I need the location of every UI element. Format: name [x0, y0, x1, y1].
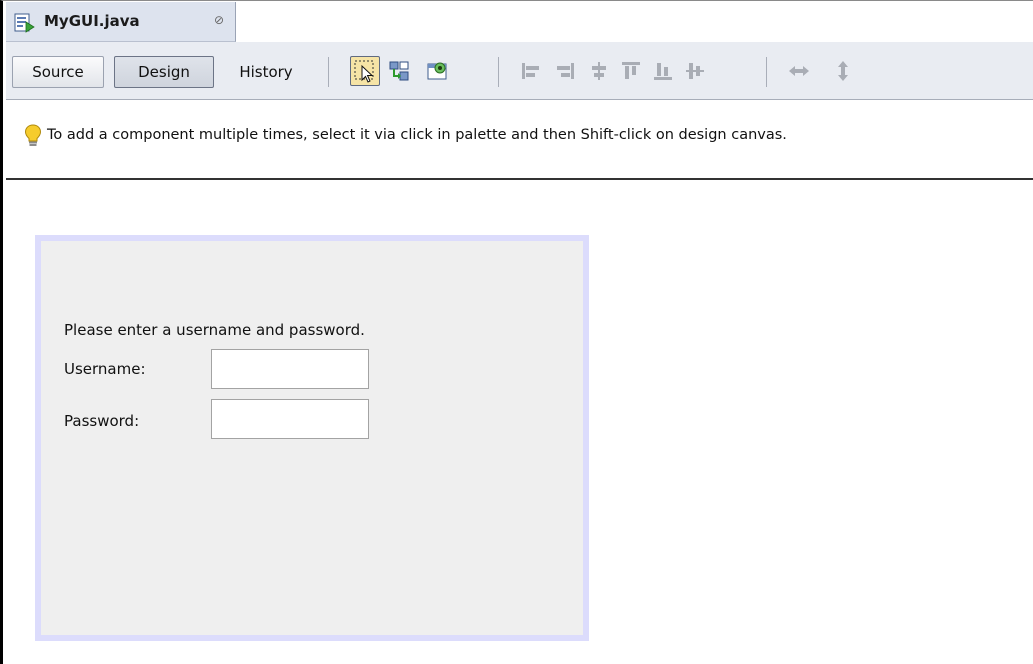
password-field[interactable]	[211, 399, 369, 439]
editor-tab-row: MyGUI.java ⊘	[6, 2, 1033, 42]
toolbar-separator	[766, 57, 767, 87]
center-horizontally-icon[interactable]	[584, 56, 614, 86]
source-view-button[interactable]: Source	[12, 56, 104, 88]
hint-text: To add a component multiple times, selec…	[47, 127, 787, 143]
center-vertically-icon[interactable]	[680, 56, 710, 86]
editor-tab-mygui[interactable]: MyGUI.java ⊘	[6, 2, 236, 42]
history-view-button[interactable]: History	[220, 56, 312, 88]
selection-mode-icon[interactable]	[350, 56, 380, 86]
align-top-icon[interactable]	[616, 56, 646, 86]
editor-tab-title: MyGUI.java	[44, 12, 140, 30]
design-canvas[interactable]: Please enter a username and password. Us…	[6, 182, 1033, 664]
change-vertical-resizability-icon[interactable]	[828, 56, 858, 86]
password-label[interactable]: Password:	[64, 412, 139, 430]
prompt-label[interactable]: Please enter a username and password.	[64, 321, 365, 339]
editor-window: MyGUI.java ⊘ Source Design History To ad…	[0, 0, 1033, 664]
align-left-icon[interactable]	[516, 56, 546, 86]
align-right-icon[interactable]	[550, 56, 580, 86]
username-field[interactable]	[211, 349, 369, 389]
username-label[interactable]: Username:	[64, 360, 146, 378]
close-icon[interactable]: ⊘	[214, 13, 224, 27]
change-horizontal-resizability-icon[interactable]	[784, 56, 814, 86]
hint-bar: To add a component multiple times, selec…	[6, 100, 1033, 180]
preview-design-icon[interactable]	[422, 56, 452, 86]
toolbar-separator	[328, 57, 329, 87]
align-bottom-icon[interactable]	[648, 56, 678, 86]
connection-mode-icon[interactable]	[384, 56, 414, 86]
java-form-file-icon	[14, 13, 36, 33]
editor-toolbar: Source Design History	[6, 42, 1033, 100]
jframe-form[interactable]: Please enter a username and password. Us…	[35, 235, 589, 641]
design-view-button[interactable]: Design	[114, 56, 214, 88]
toolbar-separator	[498, 57, 499, 87]
lightbulb-icon	[24, 124, 42, 148]
